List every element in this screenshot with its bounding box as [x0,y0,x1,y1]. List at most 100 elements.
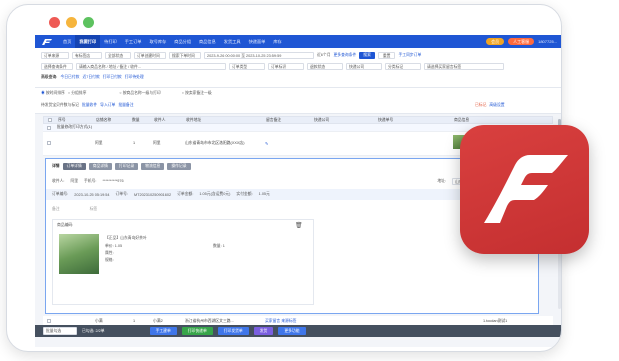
service-button[interactable]: 人工客服 [508,38,535,45]
nav-manual-order[interactable]: 手工订单 [121,35,146,48]
category-mark-select[interactable]: 分类标记 [385,63,421,70]
product-attr: 属性: [105,251,114,255]
maximize-dot[interactable] [83,17,94,28]
tab-logistics[interactable]: 物流信息 [141,163,165,170]
more-functions-button[interactable]: 更多功能 [278,327,306,335]
buyer-remark: 买家留言 来源标签 [265,319,297,323]
user-account[interactable]: 1807725... [538,39,557,44]
refund-status-select[interactable]: 退款状态 [307,63,343,70]
product-spec: 规格: [105,258,114,262]
paid-label: 实付金额: [236,192,253,196]
row-checkbox[interactable] [47,319,51,323]
receiver-address: 浙江省杭州市西湖区文三路... [185,319,234,323]
col-receiver: 收件人 [154,118,166,122]
order-sn-label: 订单号: [115,192,128,196]
filter-row-1: 订单来源 有标签店 全部状态 订单创建时间 搜索下单时间 2023-9-26 0… [41,52,421,59]
product-section-label: 商品编码: [57,223,74,227]
batch-receive-link[interactable]: 批量收件 [82,103,97,108]
tag-field[interactable]: 标签 [90,207,98,212]
quick-filter-printed[interactable]: 打印已付款 [103,75,122,80]
recent-6-months[interactable]: 近6个月 [317,53,331,58]
nav-inventory[interactable]: 库存 [269,35,285,48]
selected-count: 已勾选: 2/2单 [82,328,105,333]
bottom-action-bar: 批量勾选 已勾选: 2/2单 手工建单 打印快递单 打印发货单 发货 更多功能 [35,325,561,337]
sort-by-remark-radio[interactable]: ○ 按卖家备注一级 [182,91,212,96]
minimize-dot[interactable] [66,17,77,28]
import-orders-link[interactable]: 导入订单 [100,103,115,108]
advanced-settings-link[interactable]: 高级设置 [489,103,504,108]
vip-badge[interactable]: 会员 [486,38,505,45]
col-express: 快递公司 [314,118,330,122]
shop-name: 阿里 [95,141,103,145]
tab-print-log[interactable]: 打印记录 [114,163,139,170]
brand-logo-icon[interactable] [35,35,59,48]
print-invoice-button[interactable]: 打印发货单 [217,327,249,335]
nav-ship-tools[interactable]: 发货工具 [220,35,245,48]
tab-operation-log[interactable]: 操作记录 [167,163,191,170]
batch-select[interactable]: 批量勾选 [43,327,77,335]
delete-icon[interactable]: 🗑 [295,222,303,229]
row-checkbox[interactable] [47,141,51,145]
receiver-name: 阿里 [153,141,161,145]
pending-summary: 待发货宝贝件数与标记 [41,103,79,107]
more-filters-link[interactable]: 更多查询条件 [334,53,357,58]
note-field[interactable]: 备注 [52,207,60,212]
order-source-select[interactable]: 订单来源 [41,52,69,59]
row-qty: 1 [133,319,136,323]
nav-print[interactable]: 我要打印 [75,35,101,48]
nav-home[interactable]: 首页 [59,35,75,48]
time-type-select[interactable]: 订单创建时间 [134,52,166,59]
date-range-input[interactable]: 2023-9-26 00:00:00 至 2023-10-25 23:59:59 [204,52,314,59]
ship-button[interactable]: 发货 [253,327,274,335]
nav-goods[interactable]: 商品信息 [195,35,220,48]
col-address: 收件地址 [186,118,202,122]
reset-button[interactable]: 重置 [377,52,396,59]
product-image[interactable] [59,234,99,274]
nav-waybill[interactable]: 快递面单 [245,35,270,48]
edit-remark-icon[interactable]: ✎ [265,141,268,146]
action-right: 已标记 高级设置 [475,103,505,108]
table-header: 序号 店铺名称 数量 收件人 收件地址 留言备注 快递公司 快递单号 商品信息 [43,116,553,124]
group-checkbox[interactable] [47,126,51,130]
filter-row-3: 高级查询: 今日已付款 近7日付款 打印已付款 打印待处理 [41,75,144,80]
sort-by-time-radio[interactable]: ◉ 按时间排序 [41,91,65,96]
search-button[interactable]: 搜索 [359,52,375,59]
query-condition-select[interactable]: 选择查询条件 [41,63,73,70]
tab-goods-detail[interactable]: 商品详情 [88,163,112,170]
quick-filter-today[interactable]: 今日已付款 [60,75,79,80]
nav-group[interactable]: 商品分组 [170,35,195,48]
tab-order-detail[interactable]: 订单详情 [62,163,86,170]
sync-orders-link[interactable]: 手工同步订单 [398,53,421,58]
select-all-checkbox[interactable] [48,118,52,122]
quick-filter-7days[interactable]: 近7日付款 [82,75,99,80]
status-select[interactable]: 全部状态 [105,52,131,59]
order-type-select[interactable]: 订单类型 [229,63,265,70]
print-express-button[interactable]: 打印快递单 [181,327,213,335]
order-flag-select[interactable]: 订单标识 [268,63,304,70]
col-index: 序号 [58,118,66,122]
product-qty: 数量: 1 [213,244,225,248]
nav-stock[interactable]: 取号库存 [146,35,171,48]
sort-by-goods-radio[interactable]: ○ 按商品名称一级与打印 [119,91,160,96]
nav-pending[interactable]: 待打印 [100,35,121,48]
nav-right: 会员 人工客服 1807725... [486,38,561,45]
col-qty: 数量 [132,118,140,122]
sort-by-group-radio[interactable]: ○ 分组排序 [68,91,87,96]
batch-actions: 待发货宝贝件数与标记 批量收件 导入订单 批量备注 [41,103,134,108]
detail-title: 详情 [52,164,60,168]
time-search-select[interactable]: 搜索下单时间 [169,52,201,59]
express-select[interactable]: 快递公司 [346,63,382,70]
batch-remark-link[interactable]: 批量备注 [118,103,133,108]
quick-filter-pending[interactable]: 打印待处理 [125,75,144,80]
amount-value: 1.05元(含运费0元) [199,192,231,196]
group-link[interactable]: 批量修改打印方式(1) [57,125,92,130]
shop-tag-select[interactable]: 有标签店 [72,52,102,59]
buyer-message-tag-select[interactable]: 请选择买家留言标签 [424,63,504,70]
marked-filter[interactable]: 已标记 [475,103,486,108]
keyword-input[interactable]: 请输入商品名称 / 地址 / 备注 / 收件... [76,63,226,70]
close-dot[interactable] [49,17,60,28]
col-shop: 店铺名称 [96,118,112,122]
phone-label: 手机号: [84,178,97,183]
manual-create-button[interactable]: 手工建单 [149,327,177,335]
sort-radios: ◉ 按时间排序 ○ 分组排序 ○ 按商品名称一级与打印 ○ 按卖家备注一级 [41,91,212,96]
